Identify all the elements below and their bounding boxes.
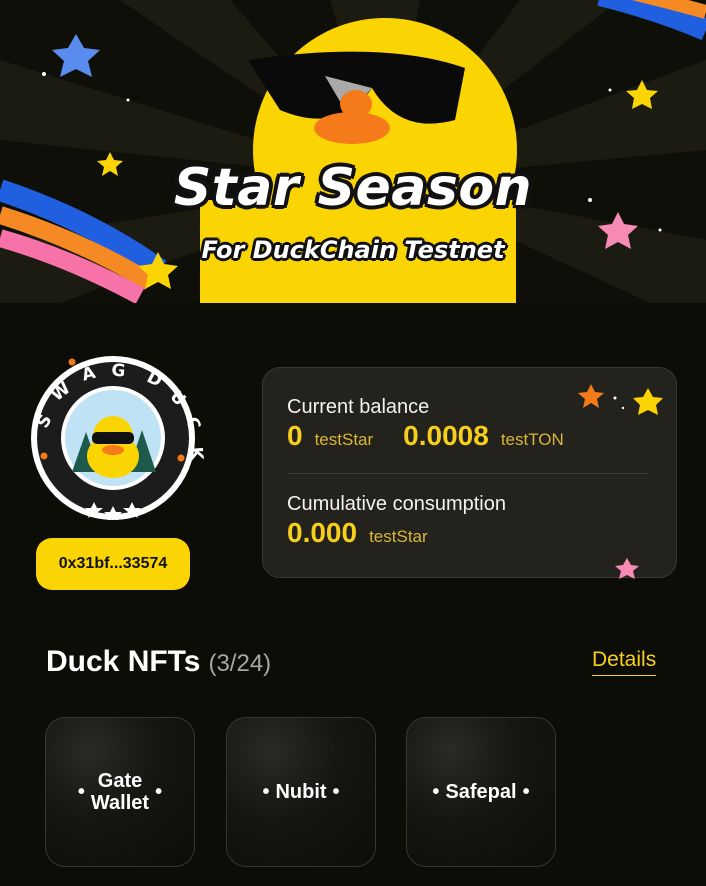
- nft-name: • Nubit •: [262, 781, 340, 803]
- nft-name-line2: Wallet: [90, 792, 150, 814]
- consumption-unit: testStar: [369, 527, 428, 546]
- svg-text:K: K: [185, 446, 204, 462]
- balance-card: Current balance 0 testStar 0.0008 testTO…: [262, 367, 677, 579]
- banner-title: Star Season: [173, 158, 533, 218]
- nft-title-text: Duck NFTs: [46, 645, 201, 678]
- nft-name: • Safepal •: [432, 781, 530, 803]
- ton-balance-unit: testTON: [500, 430, 564, 449]
- nft-name: • Gate Wallet •: [77, 770, 163, 814]
- nft-count: (3/24): [208, 650, 272, 677]
- nft-name-line1: Gate: [97, 770, 143, 792]
- details-link[interactable]: Details: [592, 648, 657, 676]
- ton-balance-value: 0.0008: [403, 420, 489, 451]
- star-balance-value: 0: [287, 420, 303, 451]
- nft-card-nubit[interactable]: • Nubit •: [226, 717, 376, 867]
- nft-name-text: Safepal: [445, 781, 517, 803]
- cumulative-consumption-row: 0.000 testStar: [287, 517, 428, 549]
- consumption-value: 0.000: [287, 517, 358, 548]
- wallet-address-button[interactable]: 0x31bf...33574: [36, 538, 190, 590]
- current-balance-label: Current balance: [287, 396, 430, 418]
- nft-section-title: Duck NFTs (3/24): [46, 645, 271, 679]
- nft-name-text: Nubit: [275, 781, 327, 803]
- svg-text:G: G: [111, 360, 127, 381]
- divider: [287, 473, 648, 474]
- nft-card-safepal[interactable]: • Safepal •: [406, 717, 556, 867]
- star-balance-unit: testStar: [314, 430, 374, 449]
- swag-duck-badge-icon: S W A G D U C K: [31, 356, 204, 520]
- cumulative-consumption-label: Cumulative consumption: [287, 493, 506, 515]
- current-balance-row: 0 testStar 0.0008 testTON: [287, 420, 564, 452]
- nft-card-gate-wallet[interactable]: • Gate Wallet •: [45, 717, 195, 867]
- banner: Star Season For DuckChain Testnet: [0, 0, 706, 303]
- banner-subtitle: For DuckChain Testnet: [201, 236, 505, 264]
- avatar: S W A G D U C K: [24, 352, 204, 520]
